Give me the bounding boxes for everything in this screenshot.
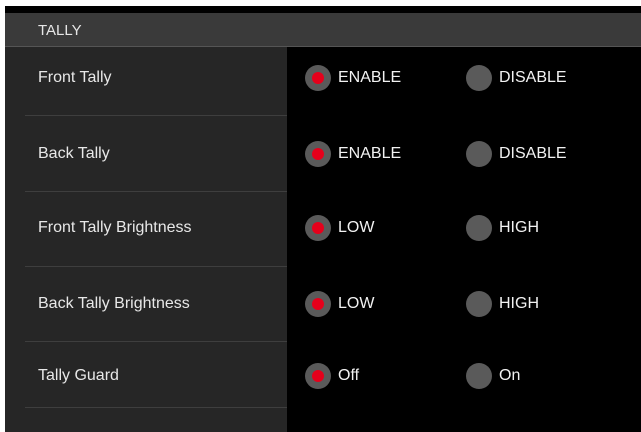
radio-selected-dot xyxy=(312,222,324,234)
radio-label: ENABLE xyxy=(338,145,402,162)
radio-option-off[interactable]: Off xyxy=(305,363,359,389)
radio-label: LOW xyxy=(338,219,375,236)
radio-label: On xyxy=(499,367,521,384)
row-divider xyxy=(25,115,287,116)
radio-option-high[interactable]: HIGH xyxy=(466,291,539,317)
radio-option-enable[interactable]: ENABLE xyxy=(305,65,401,91)
top-border xyxy=(5,6,641,13)
row-divider xyxy=(25,407,287,408)
radio-button[interactable] xyxy=(305,215,331,241)
radio-label: ENABLE xyxy=(338,69,402,86)
radio-option-enable[interactable]: ENABLE xyxy=(305,141,401,167)
radio-button[interactable] xyxy=(305,363,331,389)
row-divider xyxy=(25,341,287,342)
radio-label: Off xyxy=(338,367,360,384)
radio-button[interactable] xyxy=(466,215,492,241)
row-divider xyxy=(25,191,287,192)
radio-option-high[interactable]: HIGH xyxy=(466,215,539,241)
setting-label: Front Tally Brightness xyxy=(38,219,192,236)
setting-label: Back Tally Brightness xyxy=(38,295,190,312)
radio-selected-dot xyxy=(312,72,324,84)
setting-label: Back Tally xyxy=(38,145,110,162)
radio-selected-dot xyxy=(312,148,324,160)
section-header: TALLY xyxy=(5,13,641,47)
radio-label: HIGH xyxy=(499,219,539,236)
tally-settings-panel: TALLY Front Tally ENABLE DISABLE Back Ta… xyxy=(5,6,641,432)
radio-label: DISABLE xyxy=(499,69,567,86)
radio-label: HIGH xyxy=(499,295,539,312)
radio-button[interactable] xyxy=(305,65,331,91)
radio-option-disable[interactable]: DISABLE xyxy=(466,65,567,91)
radio-label: LOW xyxy=(338,295,375,312)
radio-option-disable[interactable]: DISABLE xyxy=(466,141,567,167)
radio-button[interactable] xyxy=(466,363,492,389)
radio-label: DISABLE xyxy=(499,145,567,162)
row-divider xyxy=(25,266,287,267)
radio-button[interactable] xyxy=(466,65,492,91)
radio-option-low[interactable]: LOW xyxy=(305,291,374,317)
setting-label: Tally Guard xyxy=(38,367,119,384)
radio-button[interactable] xyxy=(305,291,331,317)
section-title: TALLY xyxy=(38,22,82,39)
radio-button[interactable] xyxy=(305,141,331,167)
radio-selected-dot xyxy=(312,298,324,310)
setting-label: Front Tally xyxy=(38,69,112,86)
radio-option-on[interactable]: On xyxy=(466,363,520,389)
radio-button[interactable] xyxy=(466,141,492,167)
radio-selected-dot xyxy=(312,370,324,382)
radio-option-low[interactable]: LOW xyxy=(305,215,374,241)
radio-button[interactable] xyxy=(466,291,492,317)
